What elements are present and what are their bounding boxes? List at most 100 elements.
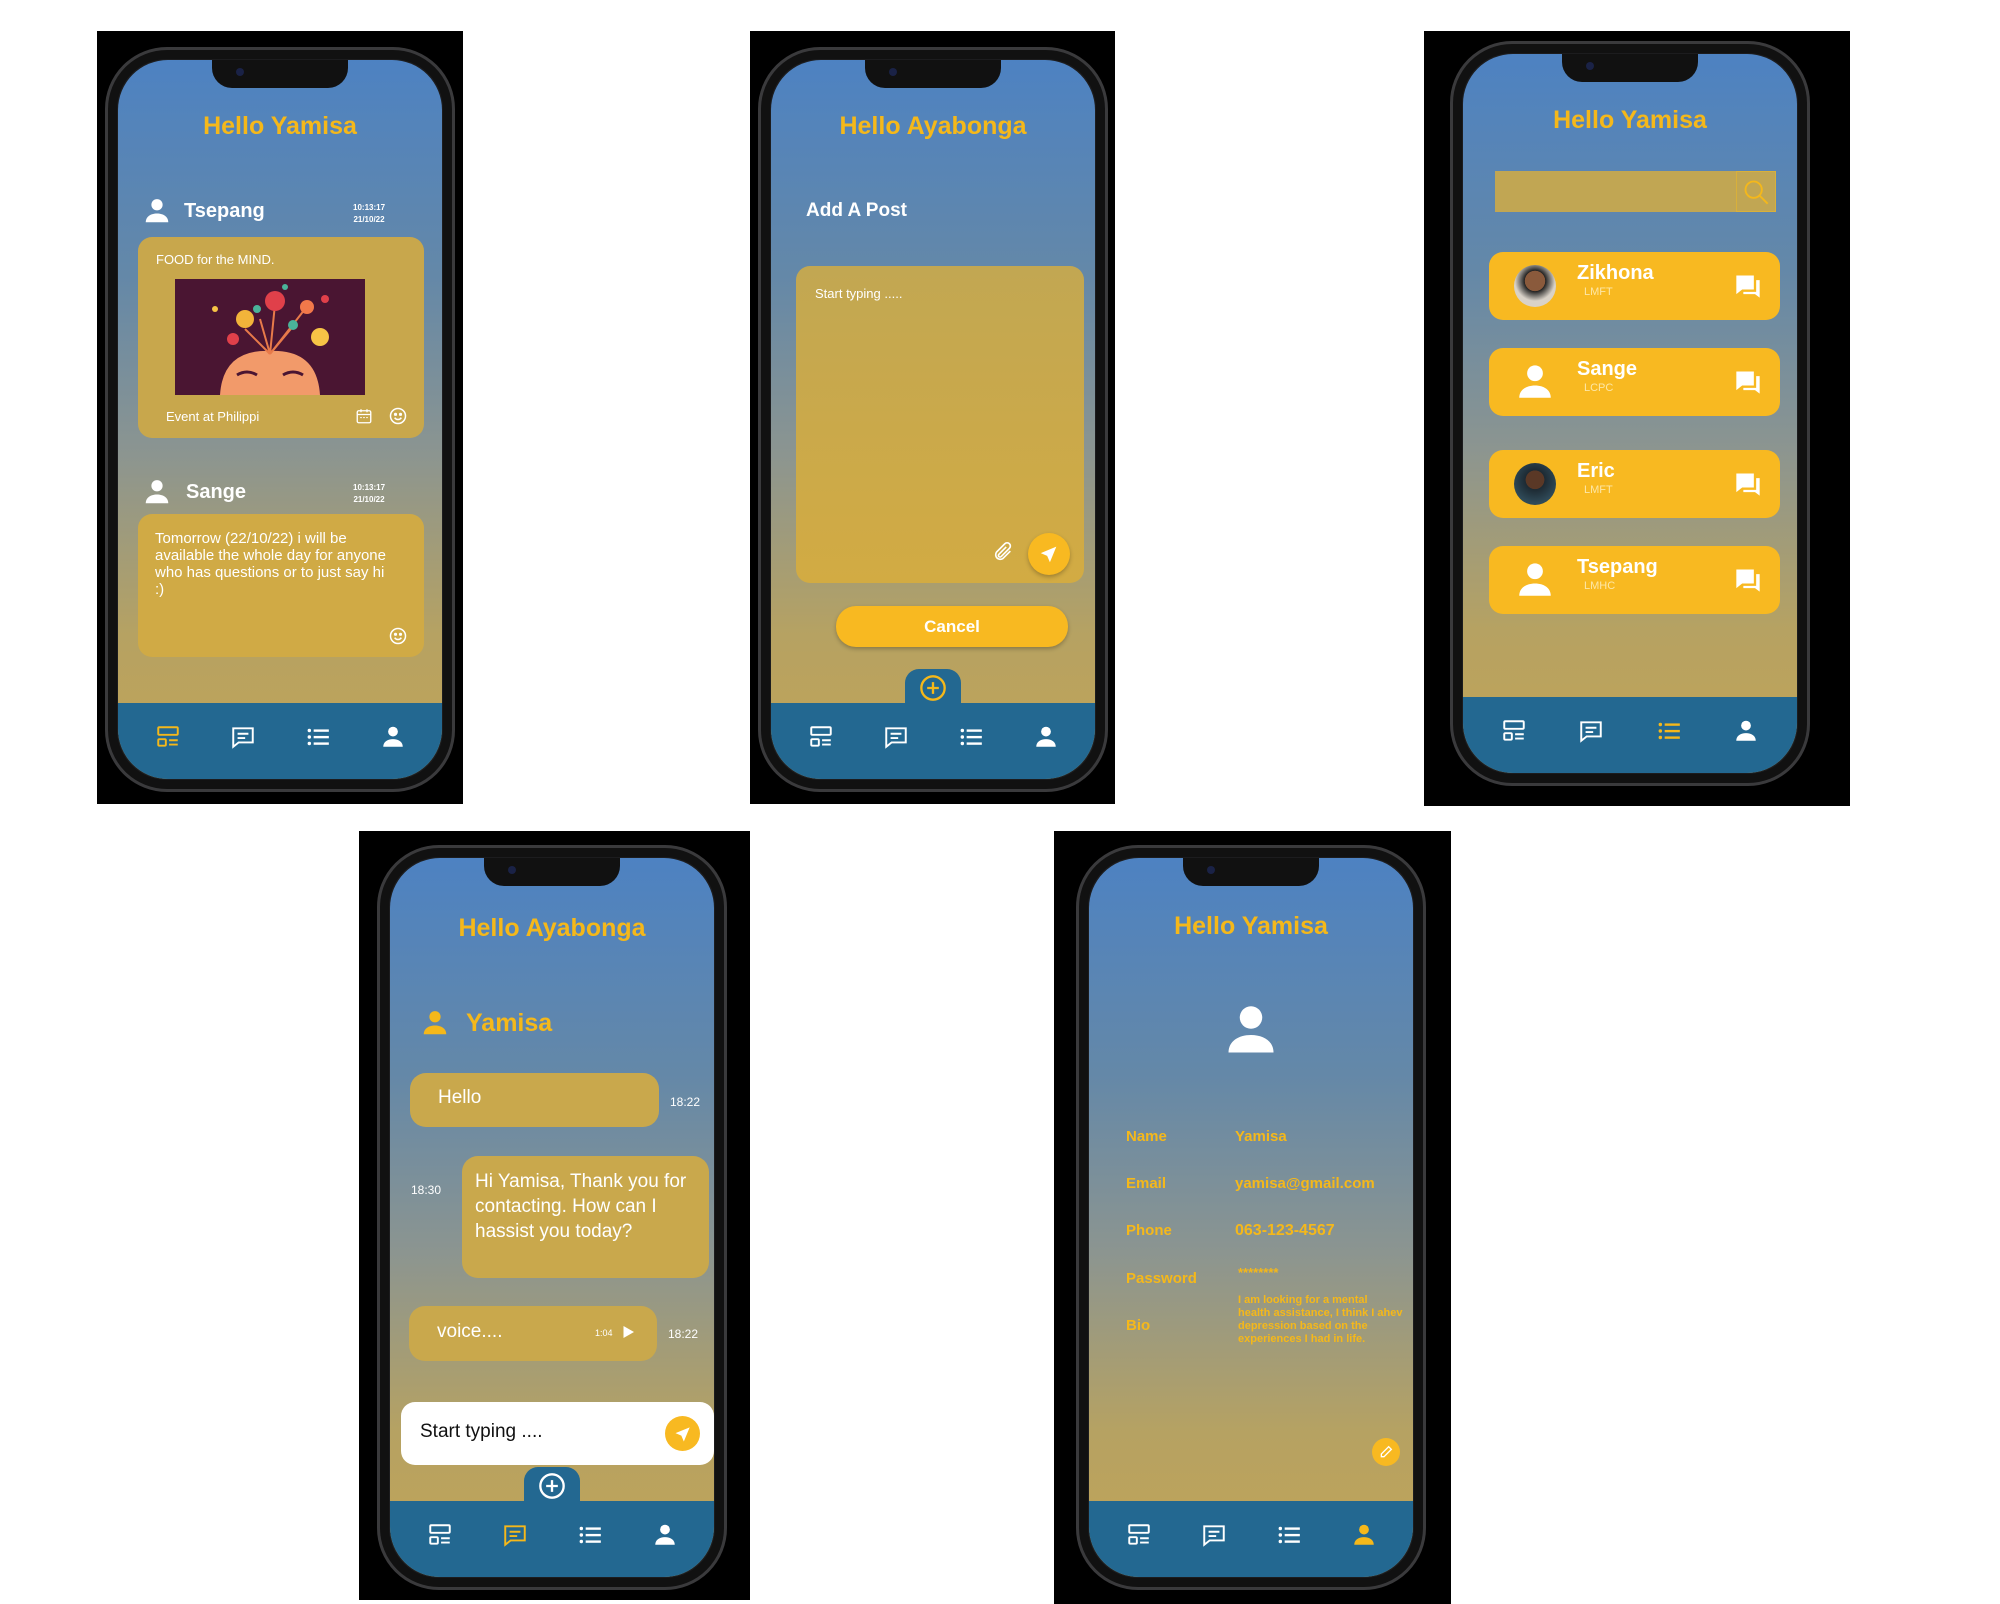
profile-avatar-icon (1221, 1000, 1281, 1060)
post-card[interactable]: FOOD for the MIND. Event at Philippi (138, 237, 424, 438)
counsellor-card[interactable]: Eric LMFT (1489, 450, 1780, 518)
nav-chat-icon[interactable] (883, 724, 909, 750)
search-icon (1742, 178, 1770, 206)
post-image[interactable] (175, 279, 365, 395)
field-value-password: ******** (1238, 1265, 1279, 1280)
nav-list-icon[interactable] (1656, 718, 1682, 744)
field-label-phone: Phone (1126, 1222, 1172, 1239)
greeting-title: Hello Yamisa (1174, 912, 1328, 940)
bottom-nav (1463, 697, 1797, 773)
search-input[interactable] (1495, 171, 1733, 212)
chat-screen: Hello Ayabonga Yamisa Hello 18:22 18:30 … (390, 858, 714, 1577)
play-icon[interactable] (619, 1323, 637, 1341)
greeting-title: Hello Yamisa (1553, 106, 1707, 134)
cancel-button[interactable]: Cancel (836, 606, 1068, 647)
phone-notch (865, 60, 1001, 88)
post-input-placeholder: Start typing ..... (815, 286, 903, 301)
send-message-button[interactable] (665, 1416, 700, 1451)
nav-chat-icon[interactable] (1201, 1522, 1227, 1548)
chat-bubbles-icon[interactable] (1734, 566, 1762, 594)
chat-screen-frame: Hello Ayabonga Yamisa Hello 18:22 18:30 … (359, 831, 750, 1600)
smiley-reaction-icon[interactable] (388, 626, 408, 646)
counsellor-card[interactable]: Sange LCPC (1489, 348, 1780, 416)
send-icon (1038, 543, 1060, 565)
counsellor-card[interactable]: Tsepang LMHC (1489, 546, 1780, 614)
add-post-fab[interactable] (905, 669, 961, 703)
bottom-nav (1089, 1501, 1413, 1577)
chat-bubbles-icon[interactable] (1734, 272, 1762, 300)
bottom-nav (118, 703, 442, 779)
post-text-area[interactable]: Start typing ..... (796, 266, 1084, 583)
counsellor-name: Sange (1577, 358, 1638, 380)
field-label-bio: Bio (1126, 1317, 1151, 1334)
nav-profile-icon[interactable] (380, 724, 406, 750)
chat-bubbles-icon[interactable] (1734, 368, 1762, 396)
message-input-placeholder: Start typing .... (420, 1421, 543, 1442)
phone-notch (212, 60, 348, 88)
nav-list-icon[interactable] (305, 724, 331, 750)
send-post-button[interactable] (1028, 533, 1070, 575)
nav-list-icon[interactable] (1276, 1522, 1302, 1548)
search-button[interactable] (1736, 171, 1776, 212)
counsellor-name: Eric (1577, 460, 1615, 482)
post-text: Tomorrow (22/10/22) i will be available … (155, 530, 386, 598)
counsellor-name: Zikhona (1577, 262, 1654, 284)
chat-bubbles-icon[interactable] (1734, 470, 1762, 498)
nav-chat-icon[interactable] (1578, 718, 1604, 744)
edit-profile-button[interactable] (1372, 1438, 1400, 1466)
counsellor-credential: LMFT (1584, 484, 1613, 496)
phone-mockup: Hello Ayabonga Yamisa Hello 18:22 18:30 … (377, 845, 727, 1590)
voice-message-bubble[interactable]: voice.... 1:04 (409, 1306, 657, 1361)
calendar-icon[interactable] (355, 407, 373, 425)
field-value-bio: I am looking for a mental health assista… (1238, 1294, 1403, 1345)
nav-feed-icon[interactable] (427, 1522, 453, 1548)
counsellor-card[interactable]: Zikhona LMFT (1489, 252, 1780, 320)
post-author[interactable]: Sange (186, 481, 246, 504)
message-input[interactable]: Start typing .... (401, 1402, 714, 1465)
post-card[interactable]: Tomorrow (22/10/22) i will be available … (138, 514, 424, 657)
chat-contact-name: Yamisa (466, 1009, 553, 1037)
counsellor-credential: LMHC (1584, 580, 1616, 592)
nav-list-icon[interactable] (958, 724, 984, 750)
message-time: 18:30 (411, 1183, 442, 1197)
counsellor-avatar-photo (1514, 265, 1556, 307)
user-icon (1514, 361, 1556, 403)
feed-screen-frame: Hello Yamisa Tsepang 10:13:17 21/10/22 F… (97, 31, 463, 804)
user-icon (142, 196, 172, 226)
phone-notch (1183, 858, 1319, 886)
user-icon (142, 477, 172, 507)
nav-chat-icon[interactable] (230, 724, 256, 750)
voice-duration: 1:04 (595, 1328, 613, 1338)
phone-mockup: Hello Ayabonga Add A Post Start typing .… (758, 47, 1108, 792)
greeting-title: Hello Ayabonga (839, 112, 1027, 140)
nav-profile-icon[interactable] (652, 1522, 678, 1548)
nav-list-icon[interactable] (577, 1522, 603, 1548)
nav-feed-icon[interactable] (155, 724, 181, 750)
nav-chat-icon[interactable] (502, 1522, 528, 1548)
post-author[interactable]: Tsepang (184, 200, 265, 223)
profile-screen: Hello Yamisa Name Yamisa Email yamisa@gm… (1089, 858, 1413, 1577)
phone-mockup: Hello Yamisa Tsepang 10:13:17 21/10/22 F… (105, 47, 455, 792)
search-bar[interactable] (1495, 171, 1776, 212)
nav-feed-icon[interactable] (1501, 718, 1527, 744)
nav-profile-icon[interactable] (1033, 724, 1059, 750)
nav-feed-icon[interactable] (808, 724, 834, 750)
field-label-name: Name (1126, 1128, 1167, 1145)
post-date: 21/10/22 (353, 215, 385, 224)
post-text: FOOD for the MIND. (156, 252, 275, 267)
pencil-icon (1378, 1444, 1394, 1460)
smiley-reaction-icon[interactable] (388, 406, 408, 426)
attach-clip-icon[interactable] (992, 541, 1014, 563)
feed-screen: Hello Yamisa Tsepang 10:13:17 21/10/22 F… (118, 60, 442, 779)
nav-profile-icon[interactable] (1733, 718, 1759, 744)
add-fab[interactable] (524, 1467, 580, 1501)
nav-profile-icon[interactable] (1351, 1522, 1377, 1548)
phone-notch (1562, 54, 1698, 82)
message-text: voice.... (437, 1321, 503, 1342)
post-time: 10:13:17 (353, 203, 386, 212)
user-icon (420, 1008, 450, 1038)
post-caption: Event at Philippi (166, 409, 260, 424)
nav-feed-icon[interactable] (1126, 1522, 1152, 1548)
greeting-title: Hello Yamisa (203, 112, 357, 140)
phone-mockup: Hello Yamisa Name Yamisa Email yamisa@gm… (1076, 845, 1426, 1590)
